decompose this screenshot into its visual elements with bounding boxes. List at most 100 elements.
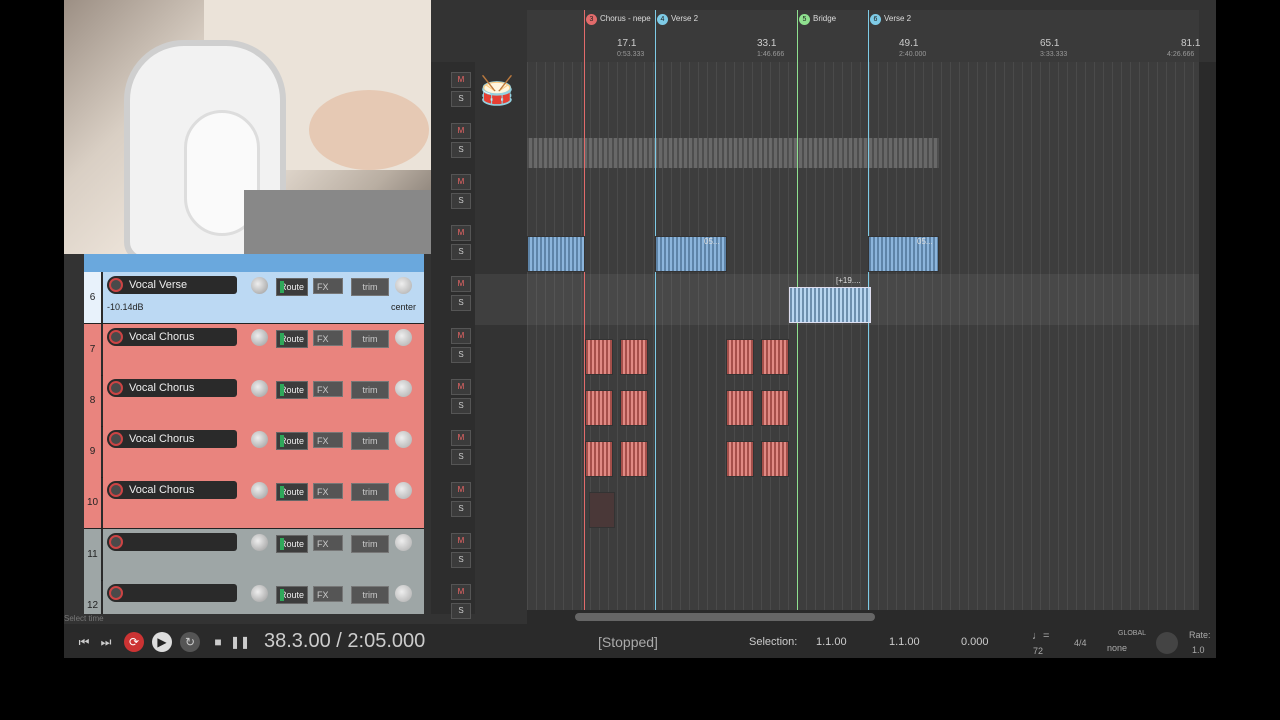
solo-button[interactable]: S — [451, 449, 471, 465]
route-button[interactable]: Route — [276, 278, 308, 296]
stop-icon[interactable]: ■ — [208, 632, 228, 652]
media-item[interactable] — [585, 390, 613, 426]
trim-button[interactable]: trim — [351, 381, 389, 399]
fx-button[interactable]: FX — [313, 432, 343, 448]
media-item[interactable] — [620, 441, 648, 477]
track-8[interactable]: 8 Vocal Chorus Route FX trim — [84, 375, 424, 427]
track-9[interactable]: 9 Vocal Chorus Route FX trim — [84, 426, 424, 478]
horizontal-scrollbar[interactable] — [527, 610, 1216, 624]
timeline-ruler[interactable]: 3 Chorus - nepe 4 Verse 2 5 Bridge 6 Verse 2… — [527, 10, 1200, 62]
solo-button[interactable]: S — [451, 501, 471, 517]
selection-start[interactable]: 1.1.00 — [816, 636, 847, 648]
selection-length[interactable]: 0.000 — [961, 636, 989, 648]
repeat-icon[interactable]: ↻ — [180, 632, 200, 652]
track-name-field[interactable] — [107, 584, 237, 602]
solo-button[interactable]: S — [451, 193, 471, 209]
solo-button[interactable]: S — [451, 91, 471, 107]
region-marker-6[interactable]: 6 Verse 2 — [870, 14, 911, 25]
media-item[interactable] — [761, 339, 789, 375]
mute-button[interactable]: M — [451, 430, 471, 446]
trim-button[interactable]: trim — [351, 278, 389, 296]
play-icon[interactable]: ▶ — [152, 632, 172, 652]
solo-button[interactable]: S — [451, 603, 471, 619]
volume-knob[interactable] — [251, 431, 268, 448]
mute-button[interactable]: M — [451, 225, 471, 241]
region-marker-3[interactable]: 3 Chorus - nepe — [586, 14, 651, 25]
fx-button[interactable]: FX — [313, 535, 343, 551]
media-item[interactable] — [761, 390, 789, 426]
trim-button[interactable]: trim — [351, 432, 389, 450]
media-item[interactable] — [761, 441, 789, 477]
mute-button[interactable]: M — [451, 72, 471, 88]
go-to-end-icon[interactable]: ⏭ — [96, 632, 116, 652]
solo-button[interactable]: S — [451, 552, 471, 568]
media-item[interactable] — [726, 390, 754, 426]
region-marker-5[interactable]: 5 Bridge — [799, 14, 836, 25]
record-arm-button[interactable] — [109, 432, 123, 446]
mute-button[interactable]: M — [451, 123, 471, 139]
solo-button[interactable]: S — [451, 398, 471, 414]
route-button[interactable]: Route — [276, 330, 308, 348]
track-7[interactable]: 7 Vocal Chorus Route FX trim — [84, 324, 424, 376]
trim-button[interactable]: trim — [351, 535, 389, 553]
vertical-scrollbar[interactable] — [1199, 62, 1216, 610]
media-item[interactable] — [585, 441, 613, 477]
media-item[interactable] — [620, 390, 648, 426]
media-item[interactable] — [585, 339, 613, 375]
global-automation-dropdown[interactable]: none — [1107, 643, 1127, 653]
pan-knob[interactable] — [395, 482, 412, 499]
record-arm-button[interactable] — [109, 483, 123, 497]
route-button[interactable]: Route — [276, 586, 308, 604]
rate-knob[interactable] — [1156, 632, 1178, 654]
pan-knob[interactable] — [395, 277, 412, 294]
record-arm-button[interactable] — [109, 330, 123, 344]
route-button[interactable]: Route — [276, 483, 308, 501]
go-to-start-icon[interactable]: ⏮ — [74, 632, 94, 652]
time-signature[interactable]: 4/4 — [1074, 638, 1087, 648]
track-10[interactable]: 10 Vocal Chorus Route FX trim — [84, 477, 424, 529]
mute-button[interactable]: M — [451, 174, 471, 190]
volume-knob[interactable] — [251, 277, 268, 294]
metronome-icon[interactable]: ♩= — [1032, 630, 1049, 642]
bpm-value[interactable]: 72 — [1033, 646, 1043, 656]
mute-button[interactable]: M — [451, 328, 471, 344]
record-arm-button[interactable] — [109, 586, 123, 600]
region-marker-4[interactable]: 4 Verse 2 — [657, 14, 698, 25]
pan-knob[interactable] — [395, 431, 412, 448]
media-item[interactable] — [726, 339, 754, 375]
volume-knob[interactable] — [251, 534, 268, 551]
volume-knob[interactable] — [251, 585, 268, 602]
solo-button[interactable]: S — [451, 347, 471, 363]
trim-button[interactable]: trim — [351, 330, 389, 348]
route-button[interactable]: Route — [276, 432, 308, 450]
pan-knob[interactable] — [395, 585, 412, 602]
mute-button[interactable]: M — [451, 276, 471, 292]
fx-button[interactable]: FX — [313, 381, 343, 397]
pan-knob[interactable] — [395, 329, 412, 346]
media-item[interactable] — [527, 236, 585, 272]
volume-knob[interactable] — [251, 329, 268, 346]
record-arm-button[interactable] — [109, 381, 123, 395]
trim-button[interactable]: trim — [351, 586, 389, 604]
track-11[interactable]: 11 Route FX trim — [84, 529, 424, 581]
volume-knob[interactable] — [251, 380, 268, 397]
record-arm-button[interactable] — [109, 278, 123, 292]
mute-button[interactable]: M — [451, 482, 471, 498]
solo-button[interactable]: S — [451, 295, 471, 311]
record-arm-button[interactable] — [109, 535, 123, 549]
mute-button[interactable]: M — [451, 533, 471, 549]
media-item[interactable]: 05... — [868, 236, 939, 272]
fx-button[interactable]: FX — [313, 278, 343, 294]
pause-icon[interactable]: ❚❚ — [230, 632, 250, 652]
media-item[interactable] — [726, 441, 754, 477]
mute-button[interactable]: M — [451, 584, 471, 600]
solo-button[interactable]: S — [451, 142, 471, 158]
fx-button[interactable]: FX — [313, 483, 343, 499]
record-button[interactable]: ⟳ — [124, 632, 144, 652]
trim-button[interactable]: trim — [351, 483, 389, 501]
track-6[interactable]: 6 Vocal Verse Route FX trim -10.14dB cen… — [84, 272, 424, 324]
pan-knob[interactable] — [395, 380, 412, 397]
volume-knob[interactable] — [251, 482, 268, 499]
media-item[interactable] — [589, 492, 615, 528]
route-button[interactable]: Route — [276, 381, 308, 399]
